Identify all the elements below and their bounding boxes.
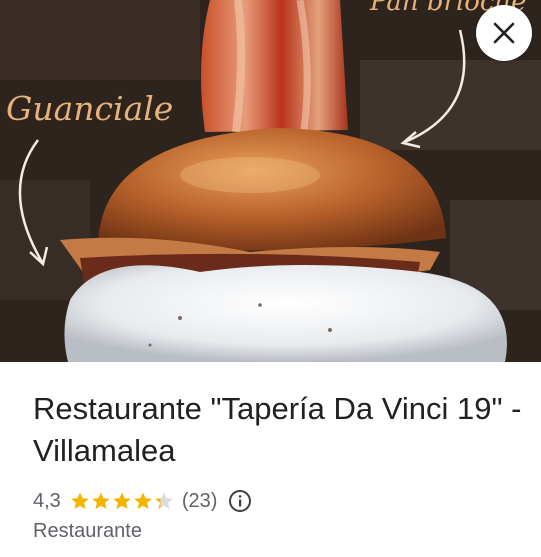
star-rating (70, 491, 175, 511)
rating-value: 4,3 (33, 489, 61, 512)
place-title: Restaurante "Tapería Da Vinci 19" - Vill… (33, 391, 522, 468)
star-icon (113, 492, 131, 509)
place-category: Restaurante (33, 520, 142, 542)
star-icon (92, 492, 110, 509)
star-icon (134, 492, 152, 509)
info-icon (229, 490, 252, 512)
star-icon (71, 492, 89, 509)
review-count[interactable]: (23) (182, 490, 218, 513)
photo-label-guanciale: Guanciale (6, 89, 173, 128)
close-icon (493, 22, 515, 44)
burger-photo: Guanciale Pan brioche (0, 0, 541, 362)
close-button[interactable] (476, 5, 532, 61)
star-icon (155, 492, 173, 509)
info-button[interactable] (228, 489, 252, 513)
rating-row[interactable]: 4,3 (23) (33, 486, 252, 516)
hero-photo[interactable]: Guanciale Pan brioche (0, 0, 541, 362)
